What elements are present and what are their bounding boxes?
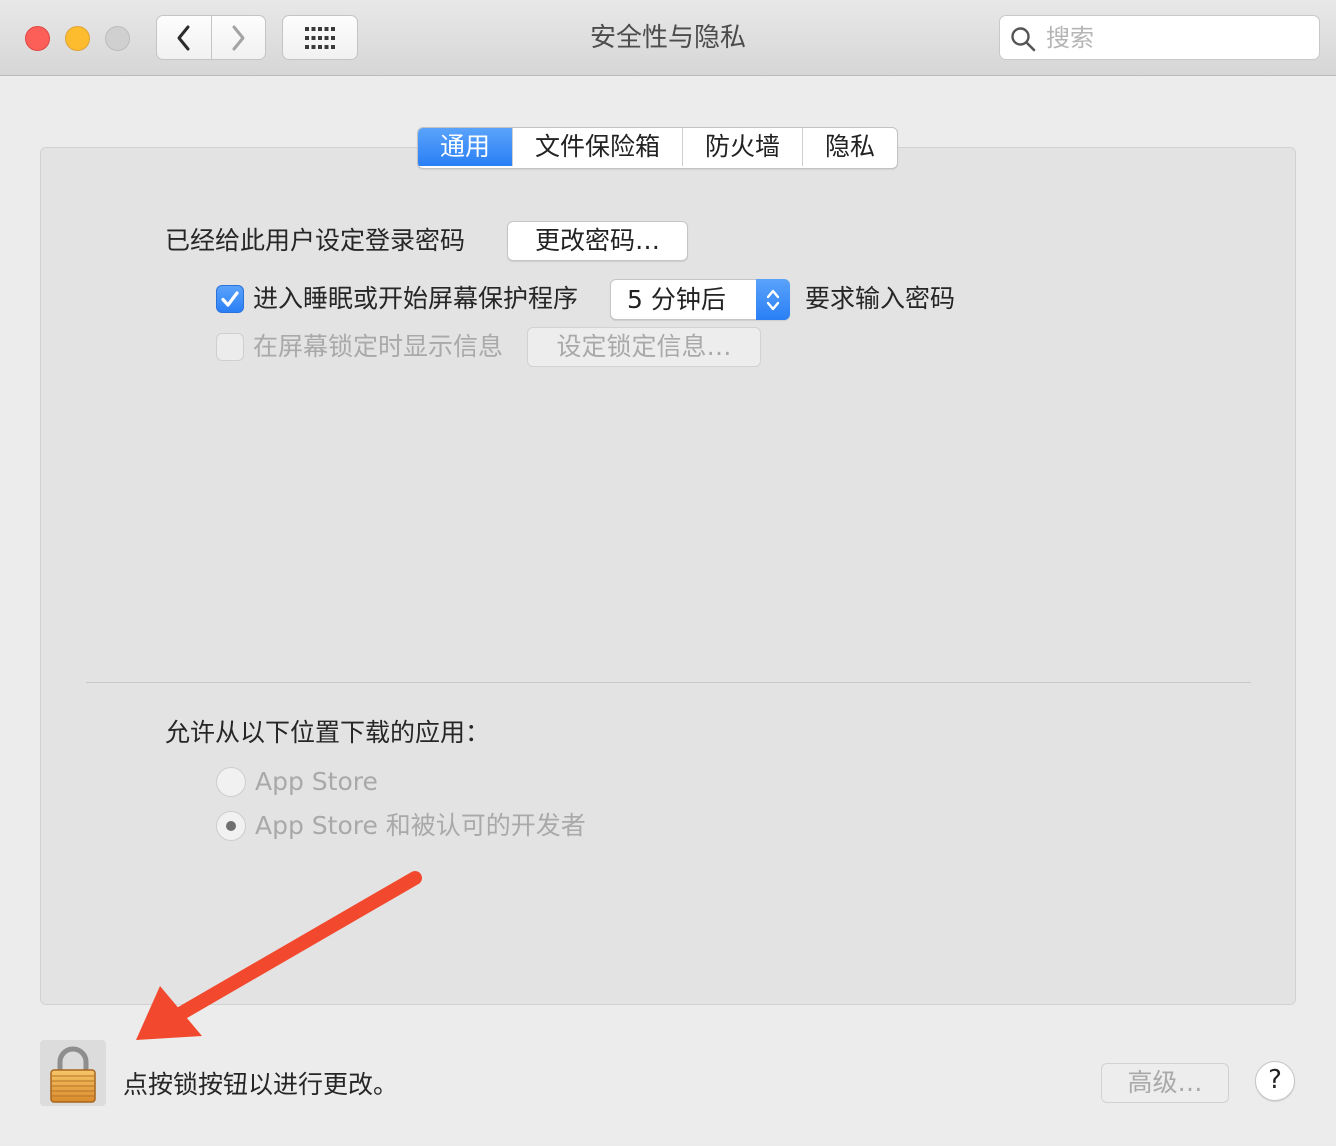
- tab-filevault[interactable]: 文件保险箱: [512, 128, 682, 166]
- search-input[interactable]: [1044, 20, 1308, 56]
- password-delay-select[interactable]: 5 分钟后: [610, 279, 790, 320]
- show-lock-message-label: 在屏幕锁定时显示信息: [253, 332, 504, 361]
- tab-general[interactable]: 通用: [418, 128, 513, 166]
- zoom-window-button[interactable]: [105, 26, 130, 51]
- chevron-left-icon: [177, 25, 190, 50]
- change-password-button[interactable]: 更改密码…: [507, 221, 688, 261]
- search-field[interactable]: [999, 15, 1320, 60]
- require-password-checkbox[interactable]: [216, 285, 244, 313]
- tab-privacy[interactable]: 隐私: [802, 128, 897, 166]
- radio-selected-dot: [226, 821, 236, 831]
- close-window-button[interactable]: [25, 26, 50, 51]
- navigation-buttons: [156, 15, 266, 60]
- radio-app-store-label: App Store: [255, 767, 378, 796]
- help-button[interactable]: ?: [1255, 1061, 1295, 1101]
- tab-firewall[interactable]: 防火墙: [682, 128, 802, 166]
- advanced-button[interactable]: 高级…: [1101, 1063, 1229, 1103]
- password-delay-value: 5 分钟后: [627, 285, 726, 314]
- up-down-chevron-icon: [766, 289, 780, 310]
- window-title: 安全性与隐私: [589, 23, 746, 53]
- checkmark-icon: [221, 291, 239, 307]
- tab-bar: 通用 文件保险箱 防火墙 隐私: [417, 127, 899, 169]
- lock-icon: [50, 1046, 96, 1103]
- title-bar: 安全性与隐私: [0, 0, 1336, 76]
- annotation-arrow-icon: [136, 871, 422, 1040]
- back-button[interactable]: [157, 16, 211, 59]
- minimize-window-button[interactable]: [65, 26, 90, 51]
- set-lock-message-button[interactable]: 设定锁定信息…: [527, 327, 761, 367]
- password-set-label: 已经给此用户设定登录密码: [165, 226, 466, 255]
- require-password-suffix: 要求输入密码: [805, 284, 956, 313]
- radio-app-store-and-developers[interactable]: [216, 811, 246, 841]
- radio-app-store-and-developers-label: App Store 和被认可的开发者: [255, 811, 586, 840]
- search-icon: [1011, 27, 1036, 52]
- lock-button[interactable]: [40, 1040, 106, 1106]
- show-lock-message-checkbox[interactable]: [216, 333, 244, 361]
- show-all-button[interactable]: [282, 15, 358, 60]
- download-section-title: 允许从以下位置下载的应用：: [165, 718, 491, 747]
- require-password-label: 进入睡眠或开始屏幕保护程序: [253, 284, 579, 313]
- grid-icon: [305, 26, 335, 49]
- forward-button[interactable]: [210, 16, 266, 59]
- lock-hint-text: 点按锁按钮以进行更改。: [123, 1070, 399, 1099]
- section-divider: [86, 682, 1251, 683]
- radio-app-store[interactable]: [216, 767, 246, 797]
- chevron-right-icon: [232, 25, 245, 50]
- select-stepper: [756, 279, 790, 320]
